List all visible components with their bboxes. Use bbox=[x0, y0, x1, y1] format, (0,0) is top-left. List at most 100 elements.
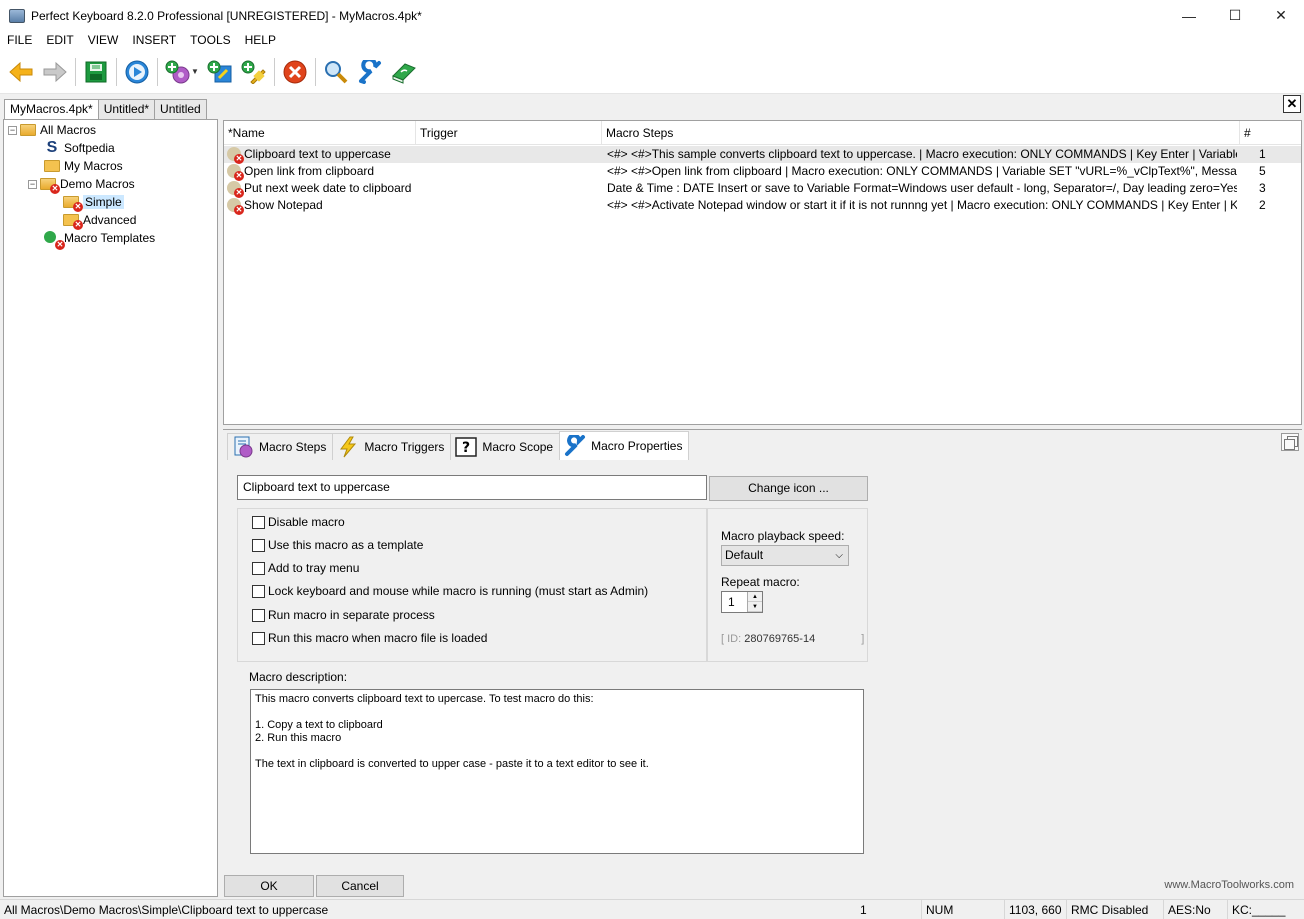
delete-icon[interactable] bbox=[282, 59, 308, 85]
toolbar-separator bbox=[75, 57, 76, 86]
maximize-button[interactable]: ☐ bbox=[1212, 0, 1258, 31]
menu-file[interactable]: FILE bbox=[0, 31, 39, 50]
table-row[interactable]: ✕ Clipboard text to uppercase <#> <#>Thi… bbox=[224, 146, 1301, 164]
chevron-down-icon[interactable]: ▼ bbox=[191, 67, 199, 76]
checkbox-label: Run macro in separate process bbox=[268, 608, 435, 622]
toolbar-separator bbox=[314, 57, 316, 86]
tree-item-demo-macros[interactable]: − ✕ Demo Macros bbox=[28, 175, 135, 194]
save-icon[interactable] bbox=[83, 59, 109, 85]
run-on-load-checkbox[interactable]: Run this macro when macro file is loaded bbox=[252, 630, 487, 646]
toolbar: ▼ bbox=[0, 50, 1304, 94]
row-count: 2 bbox=[1259, 198, 1266, 212]
menu-tools[interactable]: TOOLS bbox=[183, 31, 237, 50]
checkbox-unchecked[interactable] bbox=[252, 515, 265, 529]
tree-item-label: Softpedia bbox=[64, 141, 115, 155]
tab-untitled[interactable]: Untitled bbox=[154, 99, 207, 119]
question-mark-icon: ? bbox=[455, 436, 478, 458]
playback-speed-select[interactable]: Default ⌵ bbox=[721, 545, 849, 566]
folder-locked-icon: ✕ bbox=[40, 178, 60, 194]
stepper-up-icon[interactable]: ▲ bbox=[748, 592, 762, 602]
macro-list-grid: *Name Trigger Macro Steps # ✕ Clipboard … bbox=[223, 120, 1302, 425]
checkbox-unchecked[interactable] bbox=[252, 608, 265, 622]
macro-locked-icon: ✕ bbox=[227, 164, 244, 181]
tab-macro-steps[interactable]: Macro Steps bbox=[227, 433, 334, 460]
checkbox-unchecked[interactable] bbox=[252, 631, 265, 645]
search-icon[interactable] bbox=[323, 59, 349, 85]
add-sample-icon[interactable] bbox=[241, 59, 267, 85]
tab-macro-scope[interactable]: ? Macro Scope bbox=[450, 433, 561, 460]
table-row[interactable]: ✕ Put next week date to clipboard Date &… bbox=[224, 180, 1301, 198]
tree-item-all-macros[interactable]: − All Macros bbox=[8, 121, 96, 139]
tree-item-macro-templates[interactable]: ✕ Macro Templates bbox=[44, 229, 155, 250]
forward-icon[interactable] bbox=[42, 59, 68, 85]
checkbox-unchecked[interactable] bbox=[252, 538, 265, 552]
help-book-icon[interactable] bbox=[391, 59, 417, 85]
ok-button[interactable]: OK bbox=[224, 875, 314, 897]
tab-untitled-modified[interactable]: Untitled* bbox=[97, 99, 156, 119]
cancel-button[interactable]: Cancel bbox=[316, 875, 404, 897]
tree-item-my-macros[interactable]: My Macros bbox=[44, 157, 123, 175]
status-count: 1 bbox=[860, 903, 867, 917]
menu-help[interactable]: HELP bbox=[238, 31, 283, 50]
column-header-name[interactable]: *Name bbox=[224, 121, 416, 145]
tab-macro-triggers[interactable]: Macro Triggers bbox=[332, 433, 452, 460]
status-kc: KC:_____ bbox=[1227, 900, 1304, 919]
table-row[interactable]: ✕ Show Notepad <#> <#>Activate Notepad w… bbox=[224, 197, 1301, 215]
row-name: Clipboard text to uppercase bbox=[244, 147, 391, 161]
table-row[interactable]: ✕ Open link from clipboard <#> <#>Open l… bbox=[224, 163, 1301, 181]
website-link[interactable]: www.MacroToolworks.com bbox=[1164, 879, 1294, 891]
separate-process-checkbox[interactable]: Run macro in separate process bbox=[252, 607, 435, 623]
folder-locked-icon: ✕ bbox=[63, 214, 83, 230]
checkbox-label: Use this macro as a template bbox=[268, 538, 424, 552]
column-header-count[interactable]: # bbox=[1240, 121, 1302, 145]
settings-wrench-icon[interactable] bbox=[357, 59, 383, 85]
minimize-button[interactable]: — bbox=[1166, 0, 1212, 31]
collapse-icon[interactable]: − bbox=[8, 125, 17, 135]
back-icon[interactable] bbox=[8, 59, 34, 85]
add-text-icon[interactable] bbox=[207, 59, 233, 85]
change-icon-button[interactable]: Change icon ... bbox=[709, 476, 868, 501]
repeat-stepper[interactable]: 1 ▲ ▼ bbox=[721, 591, 763, 613]
speed-label: Macro playback speed: bbox=[721, 529, 845, 543]
tree-item-simple[interactable]: ✕ Simple bbox=[63, 193, 124, 212]
close-window-button[interactable]: ✕ bbox=[1258, 0, 1304, 31]
macro-description-textarea[interactable]: This macro converts clipboard text to up… bbox=[250, 689, 864, 854]
restore-panel-icon[interactable] bbox=[1281, 433, 1299, 451]
stepper-down-icon[interactable]: ▼ bbox=[748, 602, 762, 612]
tab-mymacros[interactable]: MyMacros.4pk* bbox=[4, 99, 99, 120]
row-name: Show Notepad bbox=[244, 198, 323, 212]
checkbox-unchecked[interactable] bbox=[252, 584, 265, 598]
tree-item-label: Demo Macros bbox=[60, 177, 135, 191]
row-name: Put next week date to clipboard bbox=[244, 181, 412, 195]
checkbox-label: Add to tray menu bbox=[268, 561, 360, 575]
checkbox-unchecked[interactable] bbox=[252, 561, 265, 575]
collapse-icon[interactable]: − bbox=[28, 179, 37, 189]
disable-macro-checkbox[interactable]: Disable macro bbox=[252, 514, 345, 530]
column-header-trigger[interactable]: Trigger bbox=[416, 121, 602, 145]
row-count: 1 bbox=[1259, 147, 1266, 161]
close-document-button[interactable]: ✕ bbox=[1283, 95, 1301, 113]
tray-menu-checkbox[interactable]: Add to tray menu bbox=[252, 560, 359, 576]
tab-macro-properties[interactable]: Macro Properties bbox=[559, 431, 690, 460]
menu-insert[interactable]: INSERT bbox=[125, 31, 183, 50]
macro-options-group: Disable macro Use this macro as a templa… bbox=[237, 508, 707, 662]
template-checkbox[interactable]: Use this macro as a template bbox=[252, 537, 423, 553]
status-numlock: NUM bbox=[921, 900, 1003, 919]
menu-edit[interactable]: EDIT bbox=[39, 31, 80, 50]
lock-input-checkbox[interactable]: Lock keyboard and mouse while macro is r… bbox=[252, 583, 648, 599]
add-macro-icon[interactable] bbox=[165, 59, 191, 85]
macro-id: [ ID: 280769765-14] bbox=[721, 633, 865, 645]
row-name: Open link from clipboard bbox=[244, 164, 375, 178]
status-aes: AES:No bbox=[1163, 900, 1227, 919]
tree-item-label: Advanced bbox=[83, 213, 137, 227]
play-icon[interactable] bbox=[124, 59, 150, 85]
tree-item-label: All Macros bbox=[40, 123, 97, 137]
tree-item-advanced[interactable]: ✕ Advanced bbox=[63, 211, 137, 230]
tree-item-softpedia[interactable]: S Softpedia bbox=[44, 139, 115, 157]
status-bar: All Macros\Demo Macros\Simple\Clipboard … bbox=[0, 899, 1304, 919]
macro-name-input[interactable]: Clipboard text to uppercase bbox=[237, 475, 707, 500]
row-steps: <#> <#>Activate Notepad window or start … bbox=[607, 198, 1237, 212]
menu-view[interactable]: VIEW bbox=[81, 31, 126, 50]
column-header-steps[interactable]: Macro Steps bbox=[602, 121, 1240, 145]
app-keyboard-icon bbox=[9, 8, 25, 23]
